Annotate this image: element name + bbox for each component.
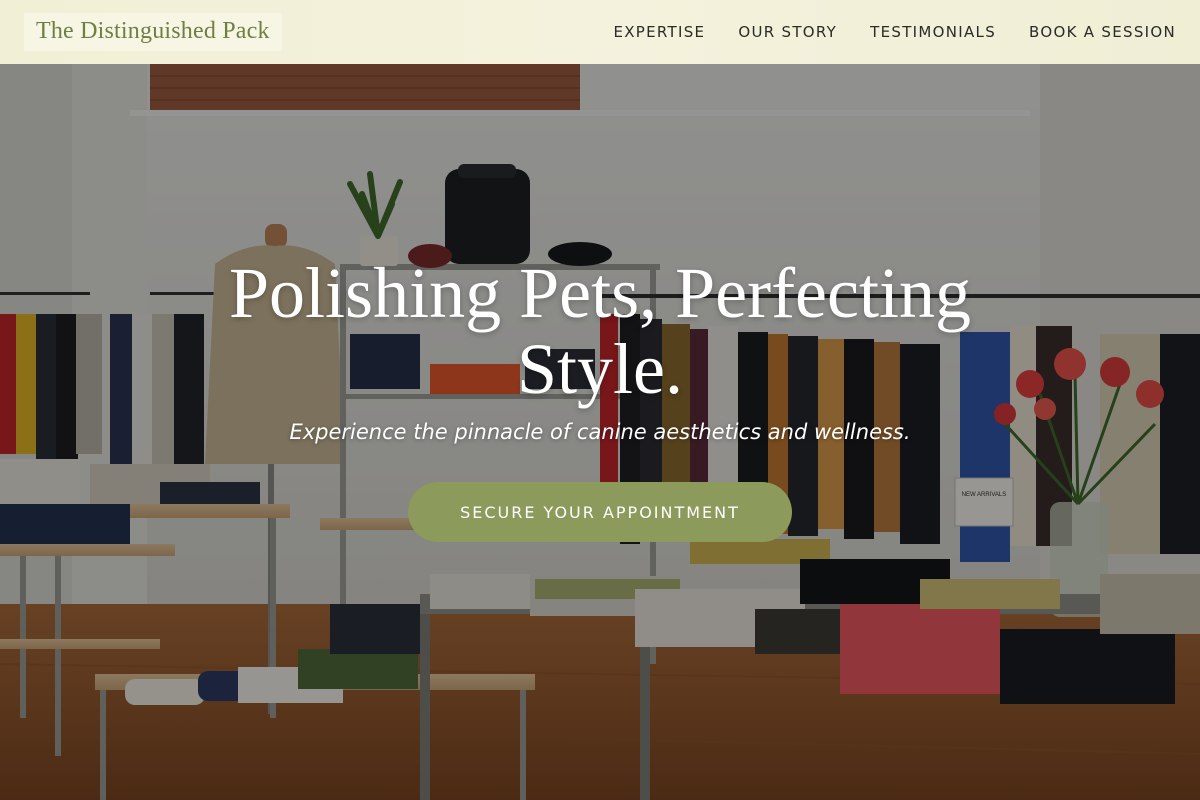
main-nav: EXPERTISE OUR STORY TESTIMONIALS BOOK A … [613,23,1176,41]
site-logo[interactable]: The Distinguished Pack [24,13,282,51]
nav-link-our-story[interactable]: OUR STORY [738,23,837,41]
nav-link-book-session[interactable]: BOOK A SESSION [1029,23,1176,41]
hero-section: NEW ARRIVALS Polishing Pets, Perfecting … [0,64,1200,800]
hero-subtitle: Experience the pinnacle of canine aesthe… [289,420,911,444]
nav-link-expertise[interactable]: EXPERTISE [613,23,705,41]
hero-content: Polishing Pets, Perfecting Style. Experi… [0,64,1200,800]
site-header: The Distinguished Pack EXPERTISE OUR STO… [0,0,1200,64]
secure-appointment-button[interactable]: SECURE YOUR APPOINTMENT [408,482,792,542]
nav-link-testimonials[interactable]: TESTIMONIALS [870,23,996,41]
hero-title: Polishing Pets, Perfecting Style. [229,253,971,409]
